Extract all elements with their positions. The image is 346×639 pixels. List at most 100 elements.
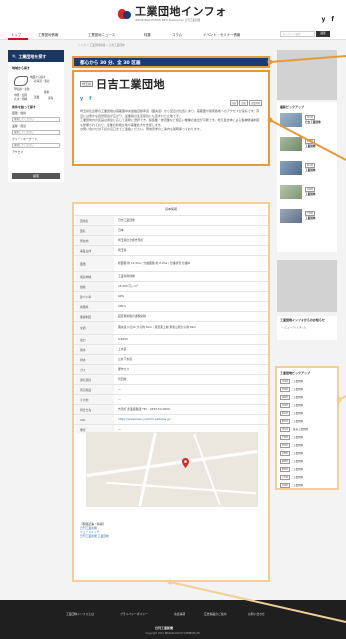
nav-active-indicator bbox=[8, 38, 28, 40]
pickup2-item[interactable]: 北海道 工業団地 bbox=[280, 377, 334, 385]
table-row-value-text: 吉見町 産業振興課 TEL : 0493-54-0000 bbox=[118, 406, 170, 411]
pickup2-item[interactable]: 静岡県 工業団地 bbox=[280, 457, 334, 465]
pickup2-tag: 千葉県 bbox=[280, 434, 290, 440]
table-row-label: 電力 bbox=[80, 337, 86, 342]
estate-info-table: 基本情報 団地名 日吉工業団地 国名 日本 所在地 埼玉県比企郡吉見町 事業主体 埼玉県 面積 総… bbox=[72, 202, 270, 582]
region-hokkaido-tohoku[interactable]: 北海道・東北 bbox=[34, 79, 50, 83]
pickup-name: 工業団地 bbox=[305, 145, 316, 148]
pickup2-item[interactable]: 埼玉県 日吉工業団地 bbox=[280, 425, 334, 433]
table-row-value-text[interactable]: https://www.town.yoshimi.saitama.jp/ bbox=[118, 417, 264, 422]
nav-item-column[interactable]: コラム bbox=[172, 32, 182, 37]
share-facebook-icon[interactable]: f bbox=[89, 96, 91, 102]
estate-search-panel: 🔍 工業団地を探す 地域から探す 地図から探す 北海道・東北 甲信越・北陸 関東… bbox=[8, 50, 64, 182]
estate-search-heading: 🔍 工業団地を探す bbox=[8, 50, 64, 62]
table-row-value[interactable]: https://www.town.yoshimi.saitama.jp/ bbox=[118, 415, 264, 424]
region-tokai[interactable]: 東海 bbox=[48, 96, 53, 100]
pickup2-item[interactable]: 茨城県 工業団地 bbox=[280, 401, 334, 409]
ad-banner-2[interactable] bbox=[277, 260, 337, 312]
pickup2-item[interactable]: 三重県 工業団地 bbox=[280, 473, 334, 481]
article-paragraph: 工業団地内の区画は用途に応じて柔軟に選択でき、製造業・物流業など幅広い業種の進出… bbox=[80, 118, 260, 127]
site-subtitle: INDUSTRIAL ESTATE INFO Powered by 日刊工業新聞 bbox=[135, 19, 201, 22]
region-kanto[interactable]: 関東 bbox=[44, 90, 49, 94]
notice-text[interactable]: ・リニューアルしました bbox=[280, 325, 334, 329]
facebook-icon[interactable]: f bbox=[331, 16, 334, 23]
table-row-value: 公共下水道 bbox=[118, 355, 264, 364]
footer-link-disclaimer[interactable]: 免責事項 bbox=[174, 612, 185, 616]
pickup2-tag: 茨城県 bbox=[280, 402, 290, 408]
footer-link-contact[interactable]: お問い合わせ bbox=[248, 612, 265, 616]
pickup2-tag: 宮城県 bbox=[280, 386, 290, 392]
pickup2-tag: 静岡県 bbox=[280, 458, 290, 464]
region-kinki[interactable]: 近畿 bbox=[34, 95, 39, 99]
pickup2-item[interactable]: 宮城県 工業団地 bbox=[280, 385, 334, 393]
nav-item-events[interactable]: イベント・セミナー情報 bbox=[203, 32, 240, 37]
ad-banner[interactable] bbox=[277, 50, 337, 100]
table-row-label: 用水 bbox=[80, 347, 86, 352]
pickup2-item[interactable]: 千葉県 工業団地 bbox=[280, 433, 334, 441]
search-button[interactable]: 検索 bbox=[316, 31, 330, 37]
nav-item-feature[interactable]: 特集 bbox=[144, 32, 151, 37]
industry-select[interactable]: 選択してください bbox=[12, 130, 60, 135]
region-kyushu[interactable]: 九州・沖縄 bbox=[14, 97, 27, 101]
condition-area-price: 面積・価格 bbox=[12, 111, 26, 115]
condition-industry: 業種・用途 bbox=[12, 124, 26, 128]
pickup2-item[interactable]: 栃木県 工業団地 bbox=[280, 409, 334, 417]
article-paragraph: お問い合わせは下記の窓口までご連絡ください。現地見学のご案内も随時承っております… bbox=[80, 127, 203, 132]
pickup-name: 工業団地 bbox=[305, 169, 316, 172]
breadcrumb[interactable]: トップ > 工業団地情報 > 日吉工業団地 bbox=[78, 43, 125, 47]
nav-item-estates[interactable]: 工業団地情報 bbox=[38, 32, 58, 37]
pickup2-item[interactable]: 兵庫県 工業団地 bbox=[280, 481, 334, 489]
area-price-select[interactable]: 選択してください bbox=[12, 117, 60, 122]
pickup2-item[interactable]: 福島県 工業団地 bbox=[280, 393, 334, 401]
footer-link-ads[interactable]: 広告掲載のご案内 bbox=[204, 612, 226, 616]
pickup-name: 工業団地 bbox=[305, 193, 316, 196]
pickup-item[interactable]: 埼玉県 日吉工業団地 bbox=[280, 113, 334, 133]
pickup2-item[interactable]: 長野県 工業団地 bbox=[280, 449, 334, 457]
green-keyword-select[interactable]: 選択してください bbox=[12, 143, 60, 148]
pickup-item[interactable]: 群馬県 工業団地 bbox=[280, 137, 334, 157]
region-koshinetsu[interactable]: 甲信越・北陸 bbox=[14, 87, 30, 91]
site-logo[interactable]: 工業団地インフォ INDUSTRIAL ESTATE INFO Powered … bbox=[118, 6, 227, 22]
pickup-item[interactable]: 茨城県 工業団地 bbox=[280, 185, 334, 205]
japan-map-icon bbox=[14, 76, 28, 86]
pickup2-tag: 兵庫県 bbox=[280, 482, 290, 488]
table-row-value: 200% bbox=[118, 302, 264, 311]
table-row-label: 国名 bbox=[80, 228, 86, 233]
footer-link-about[interactable]: 工業団地インフォとは bbox=[66, 612, 94, 616]
table-row-label: URL bbox=[80, 417, 86, 422]
region-map[interactable]: 地図から探す 北海道・東北 甲信越・北陸 関東 中国・四国 九州・沖縄 近畿 東… bbox=[12, 72, 60, 101]
footer-copyright: Copyright 2017 NIKKAN KOGYO SHIMBUN,LTD. bbox=[145, 632, 201, 635]
pickup2-name: 工業団地 bbox=[293, 404, 304, 407]
pickup-item[interactable]: 千葉県 工業団地 bbox=[280, 209, 334, 229]
table-row-value-text: 60% bbox=[118, 293, 125, 298]
table-row-value: ― bbox=[118, 395, 264, 404]
table-row-value-text: 6,600V bbox=[118, 336, 128, 341]
twitter-icon[interactable]: y bbox=[321, 16, 325, 23]
table-row-value: 都市ガス bbox=[118, 365, 264, 374]
footer-link-privacy[interactable]: プライバシーポリシー bbox=[120, 612, 148, 616]
pickup2-tag: 北海道 bbox=[280, 378, 290, 384]
pickup2-item[interactable]: 愛知県 工業団地 bbox=[280, 465, 334, 473]
pickup2-tag: 栃木県 bbox=[280, 410, 290, 416]
estate-map[interactable] bbox=[86, 432, 258, 507]
nav-item-news[interactable]: 工業団地ニュース bbox=[88, 32, 115, 37]
table-row-value: 日吉工業団地 bbox=[118, 216, 264, 225]
search-input[interactable]: キーワード検索 bbox=[280, 31, 315, 37]
table-row-label: 周辺施設 bbox=[80, 387, 92, 392]
estate-article: 埼玉県 日吉工業団地 y f 分譲 賃貸 産業用地 埼玉県比企郡の工業団地は首都… bbox=[72, 70, 270, 166]
pickup-thumbnail bbox=[280, 209, 302, 223]
related-link[interactable]: 日刊工業新聞 工業団地 bbox=[80, 534, 109, 538]
table-row-value: 工業専用地域 bbox=[118, 272, 264, 281]
nav-item-top[interactable]: トップ bbox=[11, 32, 21, 37]
table-row-label: 団地名 bbox=[80, 218, 89, 223]
table-row: URL https://www.town.yoshimi.saitama.jp/ bbox=[74, 414, 268, 424]
share-twitter-icon[interactable]: y bbox=[80, 96, 83, 102]
table-row: 問合せ先 吉見町 産業振興課 TEL : 0493-54-0000 bbox=[74, 404, 268, 414]
pickup2-item[interactable]: 群馬県 工業団地 bbox=[280, 417, 334, 425]
pickup2-tag: 埼玉県 bbox=[280, 426, 290, 432]
pickup2-item[interactable]: 新潟県 工業団地 bbox=[280, 441, 334, 449]
pickup2-name: 工業団地 bbox=[293, 476, 304, 479]
latest-pickup: 最新ピックアップ 埼玉県 日吉工業団地 群馬県 工業団地 栃木県 工業団地 茨城… bbox=[277, 102, 337, 252]
pickup-item[interactable]: 栃木県 工業団地 bbox=[280, 161, 334, 181]
estate-search-button[interactable]: 検索 bbox=[12, 173, 60, 179]
